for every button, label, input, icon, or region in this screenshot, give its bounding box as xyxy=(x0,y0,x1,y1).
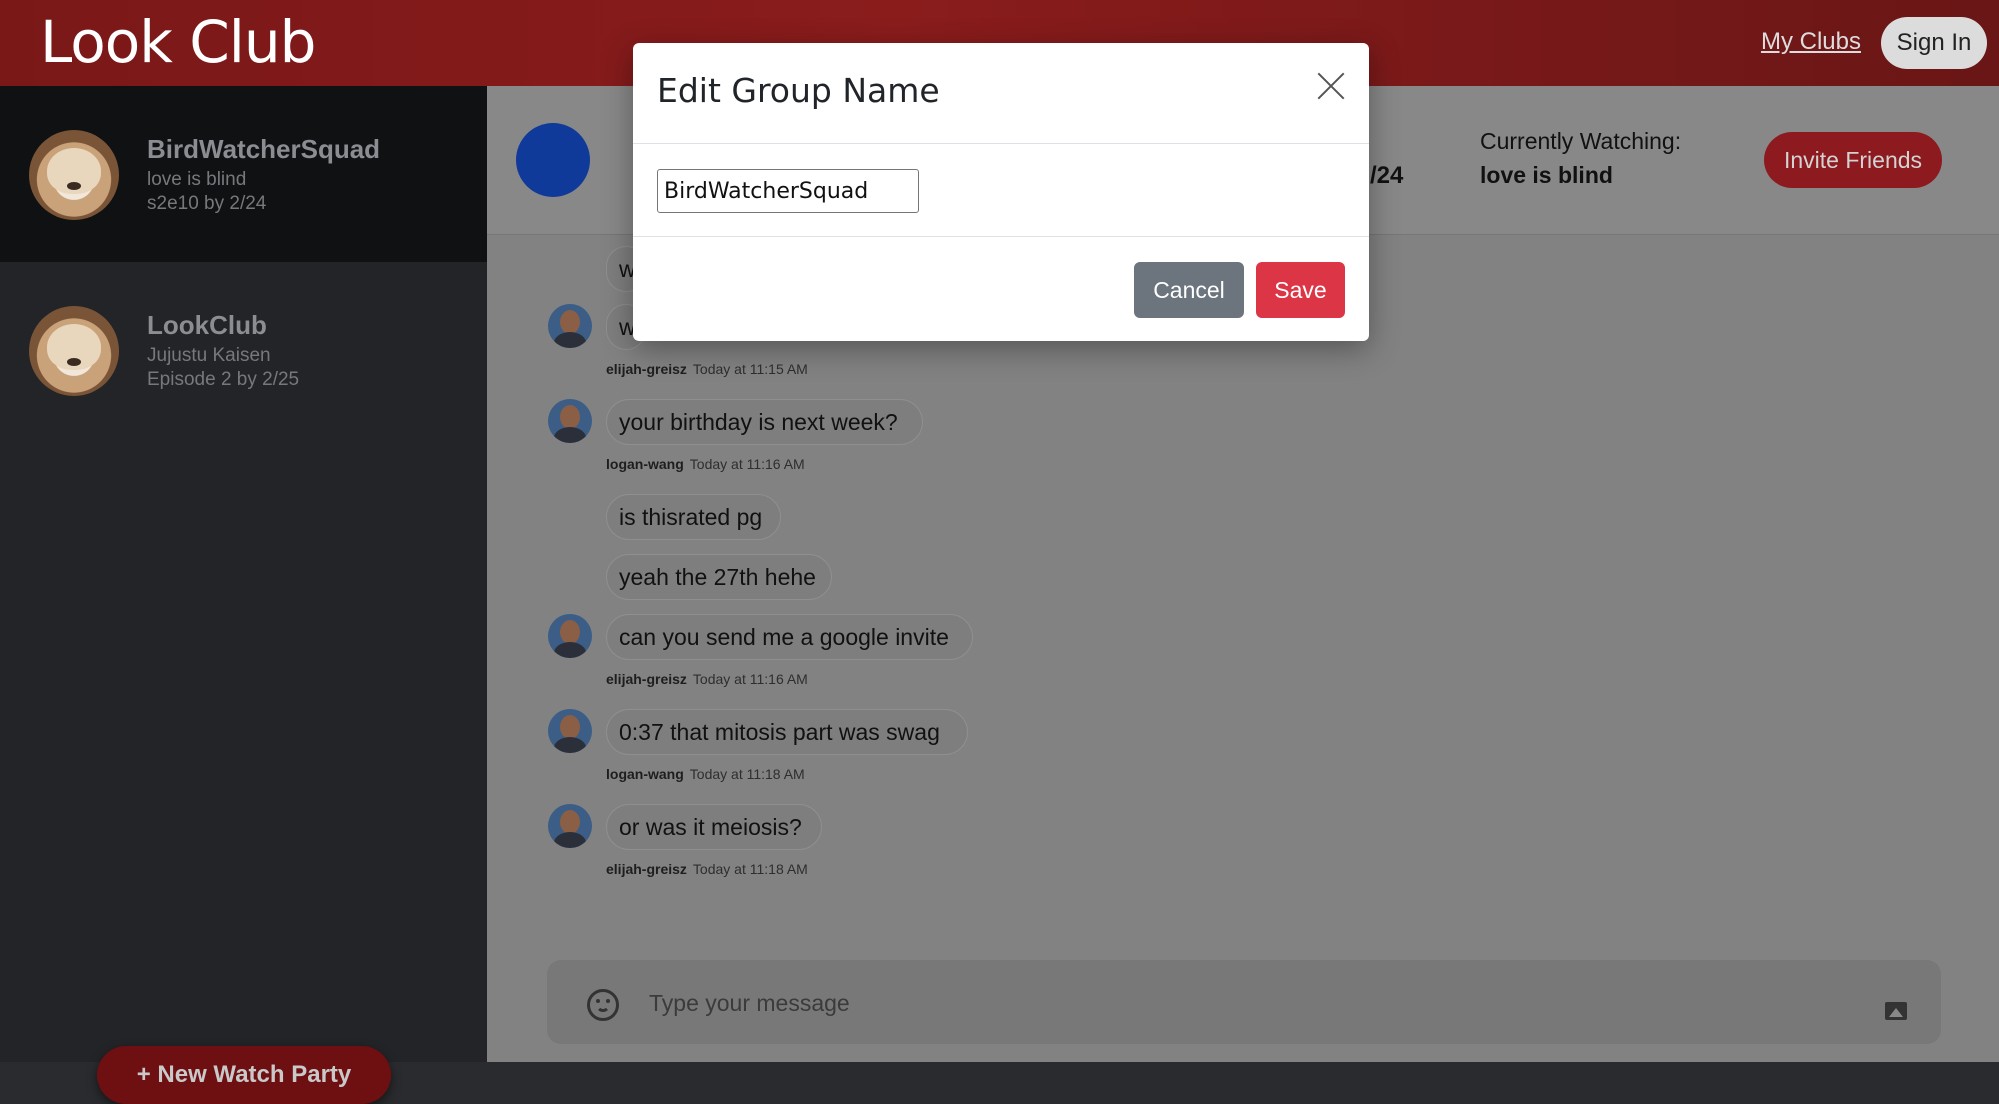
club-avatar xyxy=(29,306,119,396)
save-button[interactable]: Save xyxy=(1256,262,1345,318)
modal-title: Edit Group Name xyxy=(657,71,940,110)
club-show: Jujustu Kaisen xyxy=(147,345,271,366)
user-avatar xyxy=(548,709,592,753)
sidebar-club-lookclub[interactable]: LookClub Jujustu Kaisen Episode 2 by 2/2… xyxy=(0,262,487,438)
club-show: love is blind xyxy=(147,169,247,190)
club-progress: s2e10 by 2/24 xyxy=(147,193,267,214)
message-bubble: your birthday is next week? xyxy=(606,399,923,445)
close-icon[interactable] xyxy=(1316,71,1346,101)
sidebar-club-birdwatchersquad[interactable]: BirdWatcherSquad love is blind s2e10 by … xyxy=(0,86,487,262)
user-avatar xyxy=(548,304,592,348)
message-author: elijah-greisz xyxy=(606,361,687,377)
user-avatar xyxy=(548,614,592,658)
message-bubble: is thisrated pg xyxy=(606,494,781,540)
club-name: BirdWatcherSquad xyxy=(147,134,381,164)
message-time: Today at 11:15 AM xyxy=(692,361,808,377)
message-time: Today at 11:18 AM xyxy=(689,766,805,782)
message-composer xyxy=(547,960,1941,1044)
emoji-icon[interactable] xyxy=(587,989,619,1021)
message-bubble: 0:37 that mitosis part was swag xyxy=(606,709,968,755)
message-author: logan-wang xyxy=(606,456,684,472)
club-progress: Episode 2 by 2/25 xyxy=(147,369,300,390)
message-meta: elijah-greisz Today at 11:18 AM xyxy=(606,861,808,877)
message-meta: logan-wang Today at 11:16 AM xyxy=(606,456,805,472)
message-author: elijah-greisz xyxy=(606,861,687,877)
message-bubble: or was it meiosis? xyxy=(606,804,822,850)
modal-divider xyxy=(633,236,1369,237)
cancel-button[interactable]: Cancel xyxy=(1134,262,1244,318)
club-name: LookClub xyxy=(147,310,267,340)
header-progress-fragment: /24 xyxy=(1370,162,1404,189)
message-time: Today at 11:18 AM xyxy=(692,861,808,877)
sign-in-button[interactable]: Sign In xyxy=(1881,17,1987,69)
message-meta: logan-wang Today at 11:18 AM xyxy=(606,766,805,782)
message-meta: elijah-greisz Today at 11:15 AM xyxy=(606,361,808,377)
message-time: Today at 11:16 AM xyxy=(689,456,805,472)
message-bubble: can you send me a google invite xyxy=(606,614,973,660)
currently-watching-value: love is blind xyxy=(1480,162,1613,188)
group-name-input[interactable] xyxy=(657,169,919,213)
user-avatar xyxy=(548,804,592,848)
sidebar: BirdWatcherSquad love is blind s2e10 by … xyxy=(0,86,487,1104)
message-time: Today at 11:16 AM xyxy=(692,671,808,687)
my-clubs-link[interactable]: My Clubs xyxy=(1761,28,1861,56)
edit-group-name-modal: Edit Group Name Cancel Save xyxy=(633,43,1369,341)
group-avatar[interactable] xyxy=(516,123,590,197)
brand-logo[interactable]: Look Club xyxy=(40,8,316,76)
message-meta: elijah-greisz Today at 11:16 AM xyxy=(606,671,808,687)
invite-friends-button[interactable]: Invite Friends xyxy=(1764,132,1942,188)
club-avatar xyxy=(29,130,119,220)
currently-watching-label: Currently Watching: xyxy=(1480,128,1682,154)
user-avatar xyxy=(548,399,592,443)
message-bubble: yeah the 27th hehe xyxy=(606,554,832,600)
image-upload-icon[interactable] xyxy=(1885,1002,1907,1020)
new-watch-party-button[interactable]: + New Watch Party xyxy=(97,1046,391,1104)
modal-divider xyxy=(633,143,1369,144)
message-author: logan-wang xyxy=(606,766,684,782)
message-author: elijah-greisz xyxy=(606,671,687,687)
message-input[interactable] xyxy=(647,980,1831,1026)
